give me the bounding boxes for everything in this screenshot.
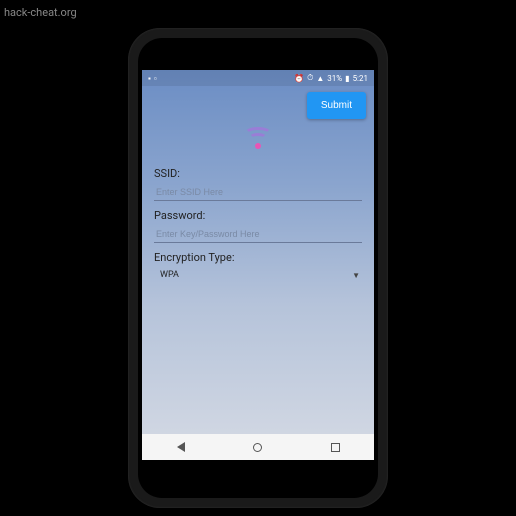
wifi-icon xyxy=(244,127,272,149)
app-screen: ▪ ▫ ⏰ ⏱ ▲ 31% ▮ 5:21 Submit xyxy=(142,70,374,460)
wifi-form: SSID: Password: Encryption Type: WPA ▼ xyxy=(142,167,374,283)
alarm-icon: ⏰ xyxy=(294,74,304,83)
watermark-text: hack-cheat.org xyxy=(4,6,77,19)
password-label: Password: xyxy=(154,209,362,222)
ssid-input[interactable] xyxy=(154,184,362,201)
notification-icon: ▫ xyxy=(154,74,157,83)
clock-text: 5:21 xyxy=(353,74,368,83)
notification-icon: ▪ xyxy=(148,74,151,83)
encryption-select[interactable]: WPA ▼ xyxy=(154,264,362,283)
nav-back-button[interactable] xyxy=(175,441,187,453)
status-right: ⏰ ⏱ ▲ 31% ▮ 5:21 xyxy=(294,73,368,83)
ssid-label: SSID: xyxy=(154,167,362,180)
encryption-selected-value: WPA xyxy=(160,270,179,280)
chevron-down-icon: ▼ xyxy=(352,271,360,280)
phone-frame: ▪ ▫ ⏰ ⏱ ▲ 31% ▮ 5:21 Submit xyxy=(128,28,388,508)
alarm-icon: ⏱ xyxy=(307,73,313,83)
phone-inner: ▪ ▫ ⏰ ⏱ ▲ 31% ▮ 5:21 Submit xyxy=(138,38,378,498)
nav-recent-button[interactable] xyxy=(329,441,341,453)
status-left: ▪ ▫ xyxy=(148,74,157,83)
battery-text: 31% xyxy=(327,74,342,83)
android-nav-bar xyxy=(142,434,374,460)
signal-icon: ▲ xyxy=(316,74,324,83)
password-input[interactable] xyxy=(154,226,362,243)
encryption-label: Encryption Type: xyxy=(154,251,362,264)
battery-icon: ▮ xyxy=(345,74,349,83)
status-bar: ▪ ▫ ⏰ ⏱ ▲ 31% ▮ 5:21 xyxy=(142,70,374,86)
nav-home-button[interactable] xyxy=(252,441,264,453)
submit-button[interactable]: Submit xyxy=(307,92,366,119)
wifi-icon-area xyxy=(142,123,374,159)
submit-area: Submit xyxy=(142,86,374,123)
